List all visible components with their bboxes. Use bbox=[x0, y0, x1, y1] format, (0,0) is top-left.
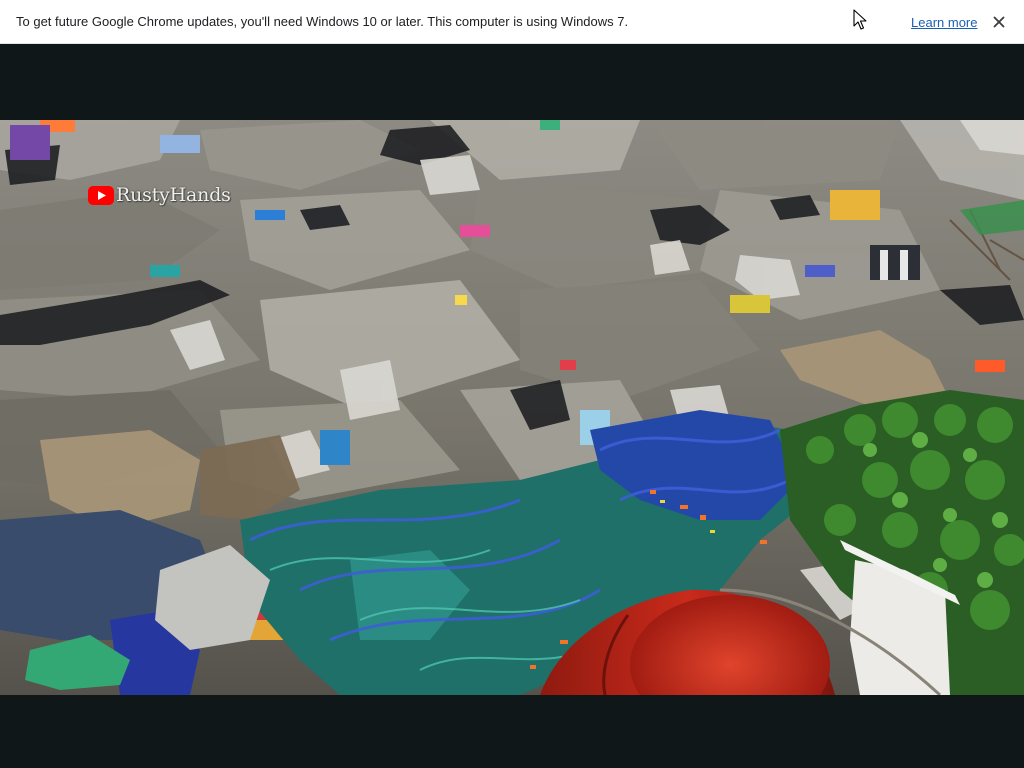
video-frame[interactable]: RustyHands bbox=[0, 120, 1024, 695]
infobar-message: To get future Google Chrome updates, you… bbox=[16, 14, 629, 29]
channel-name-label: RustyHands bbox=[116, 184, 231, 206]
update-infobar: To get future Google Chrome updates, you… bbox=[0, 0, 1024, 44]
mouse-pointer-icon bbox=[853, 9, 867, 31]
close-icon[interactable] bbox=[988, 11, 1010, 33]
channel-watermark[interactable]: RustyHands bbox=[88, 183, 231, 207]
video-player[interactable]: RustyHands bbox=[0, 45, 1024, 768]
learn-more-link[interactable]: Learn more bbox=[911, 15, 977, 30]
youtube-logo-icon bbox=[88, 185, 114, 205]
